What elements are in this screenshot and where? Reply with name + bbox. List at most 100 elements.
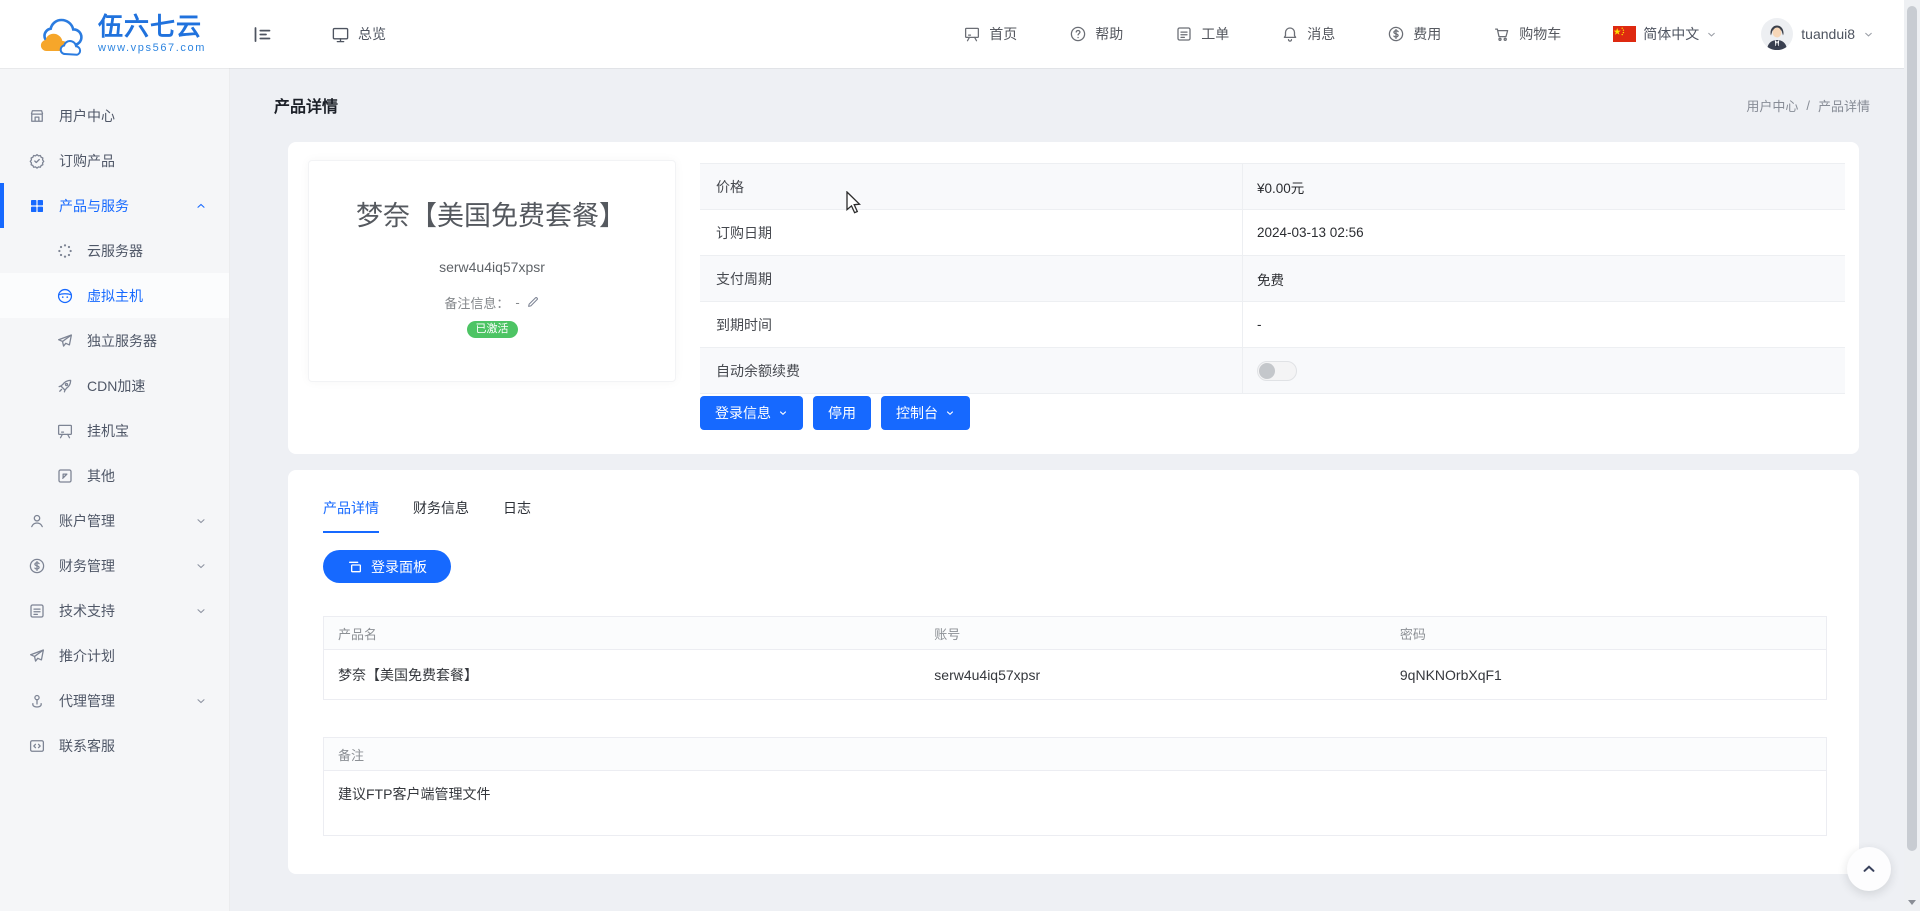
product-name: 梦奈【美国免费套餐】 <box>309 161 675 237</box>
sidebar-item-order-products[interactable]: 订购产品 <box>0 138 229 183</box>
nav-item-tickets[interactable]: 工单 <box>1175 24 1229 44</box>
expand-icon <box>56 467 74 485</box>
sidebar-item-finance-management[interactable]: 财务管理 <box>0 543 229 588</box>
breadcrumb: 用户中心 / 产品详情 <box>1746 96 1870 115</box>
col-header-product: 产品名 <box>324 624 920 643</box>
brand-name: 伍六七云 <box>98 13 202 41</box>
main-content: 产品详情 用户中心 / 产品详情 梦奈【美国免费套餐】 serw4u4iq57x… <box>230 68 1904 911</box>
sidebar-item-cdn[interactable]: CDN加速 <box>0 363 229 408</box>
top-bar: 伍六七云 www.vps567.com 总览 首页 帮助 <box>0 0 1920 68</box>
code-chat-icon <box>28 737 46 755</box>
info-label: 订购日期 <box>700 210 1242 255</box>
edit-pencil-icon[interactable] <box>526 295 540 309</box>
account-table-row: 梦奈【美国免费套餐】 serw4u4iq57xpsr 9qNKNOrbXqF1 <box>324 650 1826 699</box>
info-row-billing-cycle: 支付周期 免费 <box>700 256 1845 302</box>
language-label: 简体中文 <box>1643 24 1699 44</box>
sidebar-item-referral-program[interactable]: 推介计划 <box>0 633 229 678</box>
sidebar-item-tech-support[interactable]: 技术支持 <box>0 588 229 633</box>
document-icon <box>28 602 46 620</box>
product-note-row: 备注信息： - <box>309 293 675 312</box>
nav-label: 帮助 <box>1095 24 1123 44</box>
sidebar-item-guajibao[interactable]: 挂机宝 <box>0 408 229 453</box>
detail-tabs: 产品详情 财务信息 日志 <box>323 498 531 533</box>
product-summary-card: 梦奈【美国免费套餐】 serw4u4iq57xpsr 备注信息： - 已激活 价… <box>288 142 1859 454</box>
sidebar-item-label: 虚拟主机 <box>87 286 143 306</box>
info-value <box>1242 348 1845 393</box>
scrollbar-down-arrow[interactable] <box>1908 900 1916 905</box>
sidebar-item-label: 云服务器 <box>87 241 143 261</box>
breadcrumb-product-detail: 产品详情 <box>1818 96 1870 115</box>
logo[interactable]: 伍六七云 www.vps567.com <box>0 12 230 56</box>
sidebar: 用户中心 订购产品 产品与服务 云服务器 虚拟主机 独立服务器 <box>0 68 230 911</box>
brand-url: www.vps567.com <box>98 42 206 54</box>
user-menu[interactable]: tuandui8 <box>1761 18 1874 50</box>
note-table: 备注 建议FTP客户端管理文件 <box>323 737 1827 836</box>
sidebar-item-label: 挂机宝 <box>87 421 129 441</box>
info-row-auto-renew: 自动余额续费 <box>700 348 1845 394</box>
sidebar-item-other[interactable]: 其他 <box>0 453 229 498</box>
nav-item-cart[interactable]: 购物车 <box>1493 24 1561 44</box>
sidebar-item-label: 独立服务器 <box>87 331 157 351</box>
info-value: - <box>1242 302 1845 347</box>
sidebar-item-contact-support[interactable]: 联系客服 <box>0 723 229 768</box>
info-row-order-date: 订购日期 2024-03-13 02:56 <box>700 210 1845 256</box>
sidebar-item-account-management[interactable]: 账户管理 <box>0 498 229 543</box>
paper-plane-icon <box>28 647 46 665</box>
dollar-icon <box>1387 25 1405 43</box>
login-info-button[interactable]: 登录信息 <box>700 396 803 430</box>
button-label: 登录面板 <box>371 557 427 577</box>
nav-item-home[interactable]: 首页 <box>963 24 1017 44</box>
cloud-logo-icon <box>38 12 90 56</box>
vertical-scrollbar[interactable] <box>1904 0 1920 911</box>
account-table-header: 产品名 账号 密码 <box>324 617 1826 650</box>
board-icon <box>963 25 981 43</box>
sidebar-item-dedicated-server[interactable]: 独立服务器 <box>0 318 229 363</box>
disable-button[interactable]: 停用 <box>813 396 871 430</box>
sidebar-item-label: 订购产品 <box>59 151 115 171</box>
sidebar-item-label: 其他 <box>87 466 115 486</box>
auto-renew-toggle[interactable] <box>1257 361 1297 381</box>
tab-product-detail[interactable]: 产品详情 <box>323 498 379 533</box>
sidebar-item-user-center[interactable]: 用户中心 <box>0 93 229 138</box>
grid-icon <box>28 197 46 215</box>
sidebar-item-label: 产品与服务 <box>59 196 129 216</box>
info-value: 免费 <box>1242 256 1845 301</box>
loader-dots-icon <box>56 242 74 260</box>
chevron-down-icon <box>195 515 207 527</box>
monitor-icon <box>331 25 350 44</box>
console-button[interactable]: 控制台 <box>881 396 970 430</box>
product-actions: 登录信息 停用 控制台 <box>700 396 970 430</box>
chevron-down-icon <box>778 408 788 418</box>
sidebar-item-virtual-hosting[interactable]: 虚拟主机 <box>0 273 229 318</box>
nav-item-help[interactable]: 帮助 <box>1069 24 1123 44</box>
scrollbar-thumb[interactable] <box>1907 6 1917 851</box>
breadcrumb-separator: / <box>1806 98 1810 113</box>
panel-window-icon <box>347 559 363 575</box>
sidebar-collapse-button[interactable] <box>252 24 273 45</box>
nav-item-billing[interactable]: 费用 <box>1387 24 1441 44</box>
overview-tab[interactable]: 总览 <box>331 24 386 44</box>
chevron-up-icon <box>1860 860 1878 878</box>
cell-product-name: 梦奈【美国免费套餐】 <box>324 665 920 685</box>
chevron-down-icon <box>945 408 955 418</box>
sidebar-item-label: 代理管理 <box>59 691 115 711</box>
note-value: - <box>515 295 519 310</box>
cart-icon <box>1493 25 1511 43</box>
tab-finance-info[interactable]: 财务信息 <box>413 498 469 533</box>
chevron-down-icon <box>195 605 207 617</box>
login-panel-button[interactable]: 登录面板 <box>323 550 451 583</box>
nav-item-messages[interactable]: 消息 <box>1281 24 1335 44</box>
nav-label: 费用 <box>1413 24 1441 44</box>
tab-logs[interactable]: 日志 <box>503 498 531 533</box>
chevron-up-icon <box>195 200 207 212</box>
language-selector[interactable]: 简体中文 <box>1613 24 1717 44</box>
back-to-top-button[interactable] <box>1847 847 1891 891</box>
breadcrumb-user-center[interactable]: 用户中心 <box>1746 96 1798 115</box>
sidebar-item-products-services[interactable]: 产品与服务 <box>0 183 229 228</box>
product-box: 梦奈【美国免费套餐】 serw4u4iq57xpsr 备注信息： - 已激活 <box>308 160 676 382</box>
sidebar-item-agent-management[interactable]: 代理管理 <box>0 678 229 723</box>
person-icon <box>28 512 46 530</box>
note-table-header: 备注 <box>324 738 1826 771</box>
sidebar-item-cloud-server[interactable]: 云服务器 <box>0 228 229 273</box>
rocket-icon <box>56 377 74 395</box>
